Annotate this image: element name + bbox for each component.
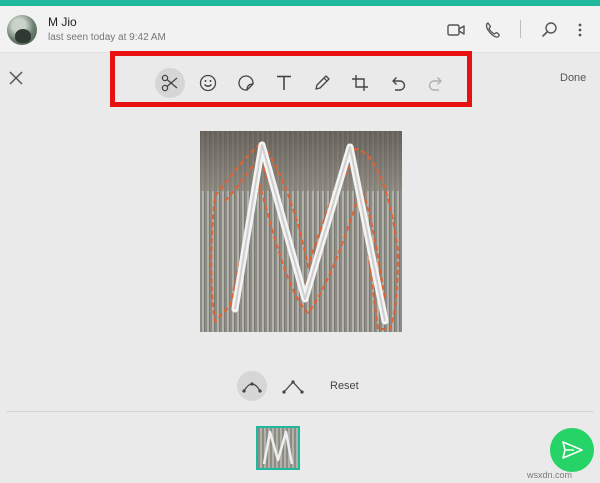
close-icon[interactable] — [6, 68, 26, 88]
emoji-tool-button[interactable] — [193, 68, 223, 98]
media-thumbnail[interactable] — [256, 426, 300, 470]
smooth-curve-button[interactable] — [237, 371, 267, 401]
cutout-tool-button[interactable] — [155, 68, 185, 98]
last-seen-status: last seen today at 9:42 AM — [48, 32, 166, 43]
sticker-icon — [238, 75, 254, 91]
draw-tool-button[interactable] — [307, 68, 337, 98]
text-tool-button[interactable] — [269, 68, 299, 98]
sticker-tool-button[interactable] — [231, 68, 261, 98]
contact-name[interactable]: M Jio — [48, 15, 77, 29]
redo-button[interactable] — [421, 68, 451, 98]
avatar[interactable] — [7, 15, 37, 45]
more-options-icon[interactable] — [570, 21, 590, 39]
footer-divider — [6, 411, 594, 412]
avatar-silhouette — [15, 29, 31, 43]
reset-button[interactable]: Reset — [330, 380, 359, 392]
send-button[interactable] — [550, 428, 594, 472]
edited-photo[interactable] — [200, 131, 402, 332]
emoji-icon — [199, 74, 217, 92]
thumbnail-letter-m — [262, 430, 294, 465]
search-icon[interactable] — [540, 21, 560, 39]
pencil-icon — [315, 75, 330, 90]
edit-toolbar-highlight — [110, 51, 472, 107]
chat-header: M Jio last seen today at 9:42 AM — [0, 6, 600, 53]
redo-icon — [428, 77, 442, 91]
straight-polygon-icon[interactable] — [281, 374, 305, 398]
photo-subject-letter-m — [210, 141, 400, 330]
text-icon — [277, 75, 291, 90]
video-call-icon[interactable] — [446, 21, 466, 39]
watermark: wsxdn.com — [527, 470, 573, 480]
curve-path-icon — [242, 382, 262, 393]
send-icon — [562, 441, 583, 459]
voice-call-icon[interactable] — [483, 21, 503, 39]
crop-tool-button[interactable] — [345, 68, 375, 98]
crop-rotate-icon — [352, 75, 368, 91]
done-button[interactable]: Done — [560, 72, 586, 84]
scissors-icon — [161, 74, 178, 92]
header-divider — [520, 20, 521, 38]
undo-button[interactable] — [383, 68, 413, 98]
undo-icon — [392, 77, 406, 91]
